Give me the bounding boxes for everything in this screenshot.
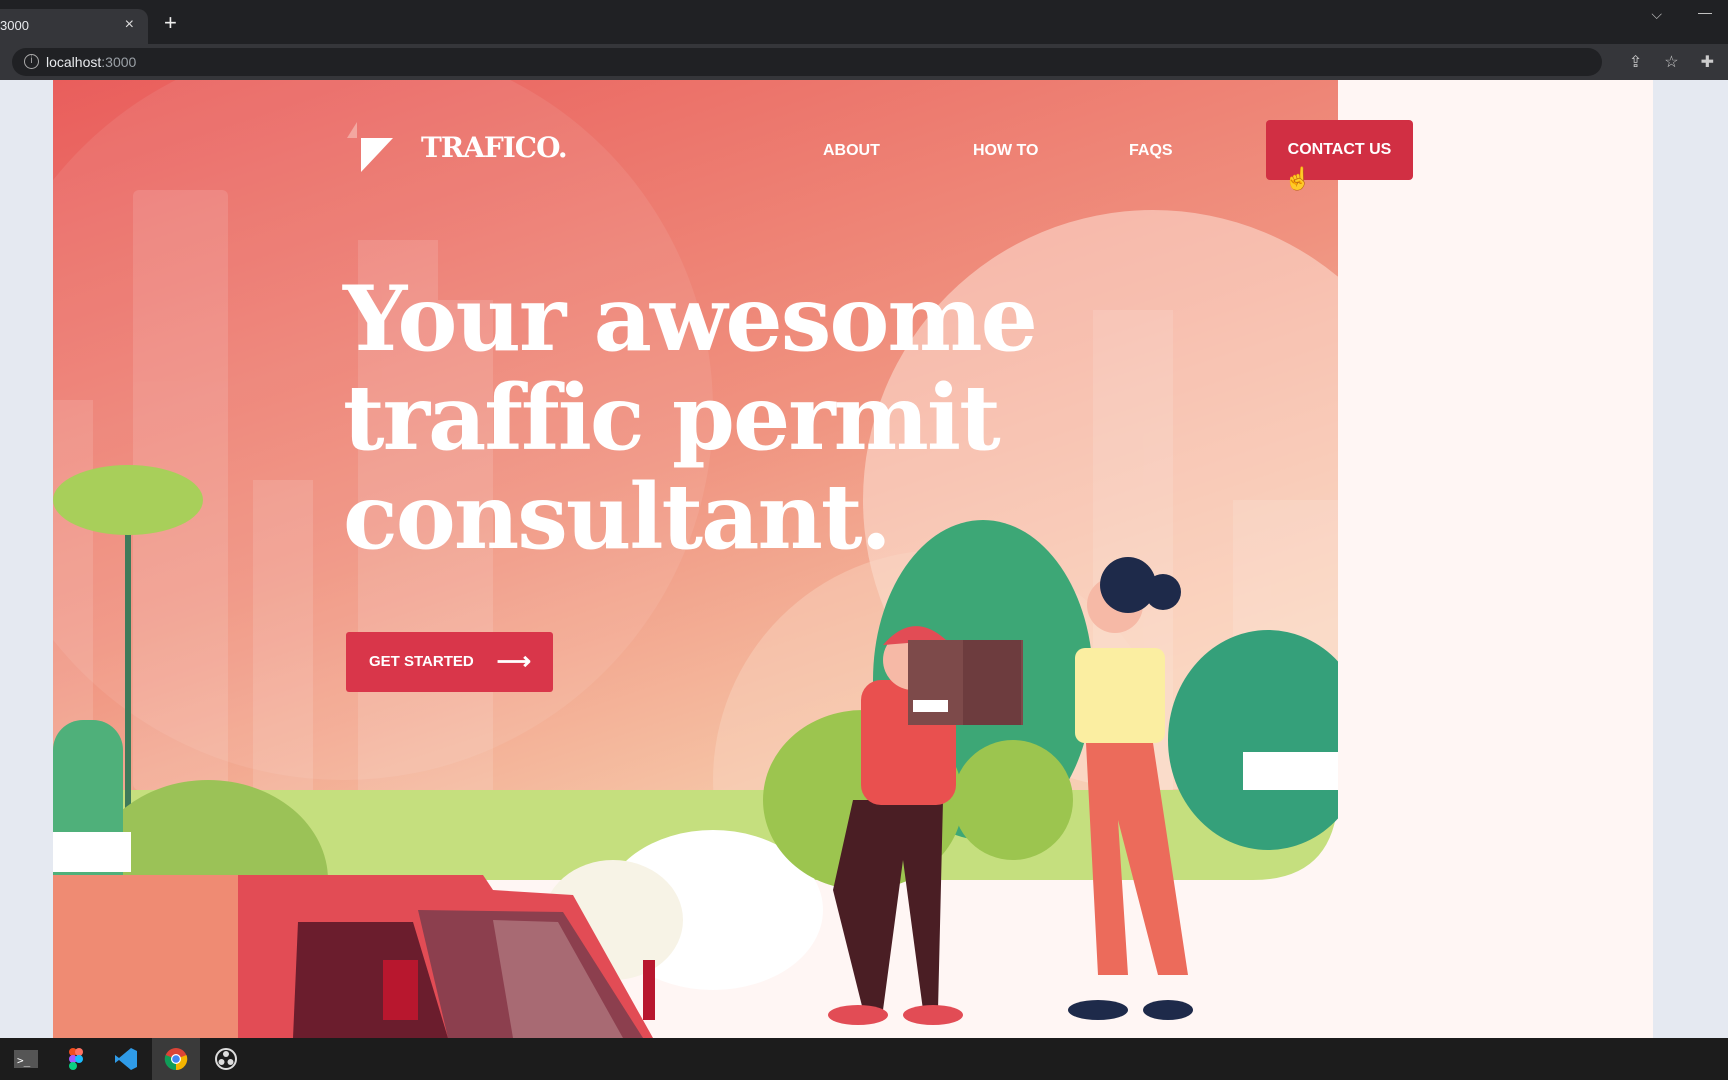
obs-icon[interactable]: [202, 1038, 250, 1080]
new-tab-button[interactable]: +: [164, 10, 177, 36]
figma-icon[interactable]: [52, 1038, 100, 1080]
hero-headline: Your awesome traffic permit consultant.: [343, 266, 1038, 570]
star-icon[interactable]: ☆: [1664, 52, 1678, 72]
headline-line: Your awesome: [343, 266, 1038, 372]
url-input[interactable]: i localhost:3000: [12, 48, 1602, 76]
get-started-button[interactable]: GET STARTED ⟶: [346, 632, 553, 692]
tab-title: 3000: [0, 18, 29, 33]
logo-text: TRAFICO.: [421, 130, 568, 164]
nav-about[interactable]: ABOUT: [823, 142, 880, 160]
get-started-label: GET STARTED: [369, 653, 474, 670]
nav-how-to[interactable]: HOW TO: [973, 142, 1038, 160]
browser-tab[interactable]: 3000 ×: [0, 9, 148, 44]
logo-icon: [347, 122, 393, 172]
browser-tab-bar: 3000 × + ⌵ —: [0, 0, 1728, 44]
hero-section: TRAFICO. ABOUT HOW TO FAQS Your awesome …: [53, 80, 1338, 1038]
chrome-icon[interactable]: [152, 1038, 200, 1080]
logo[interactable]: TRAFICO.: [347, 122, 568, 172]
address-bar-row: i localhost:3000 ⇪ ☆ ✚: [0, 44, 1728, 80]
info-icon[interactable]: i: [24, 54, 39, 69]
arrow-right-icon: ⟶: [496, 648, 531, 675]
svg-text:>_: >_: [17, 1054, 31, 1067]
nav-faqs[interactable]: FAQS: [1129, 142, 1173, 160]
extensions-icon[interactable]: ✚: [1701, 52, 1714, 72]
minimize-button[interactable]: —: [1698, 4, 1712, 20]
page-viewport: TRAFICO. ABOUT HOW TO FAQS Your awesome …: [0, 80, 1728, 1038]
headline-line: traffic permit: [343, 365, 1001, 471]
close-tab-icon[interactable]: ×: [125, 16, 134, 34]
tab-search-chevron-icon[interactable]: ⌵: [1651, 6, 1662, 23]
url-host: localhost: [46, 54, 102, 70]
vscode-icon[interactable]: [102, 1038, 150, 1080]
share-icon[interactable]: ⇪: [1629, 52, 1642, 72]
truck: [53, 875, 655, 1038]
terminal-icon[interactable]: >_: [2, 1038, 50, 1080]
headline-line: consultant.: [343, 464, 892, 570]
hand-cursor-icon: ☝: [1284, 166, 1312, 191]
url-port: :3000: [101, 54, 137, 70]
taskbar: >_: [0, 1038, 1728, 1080]
